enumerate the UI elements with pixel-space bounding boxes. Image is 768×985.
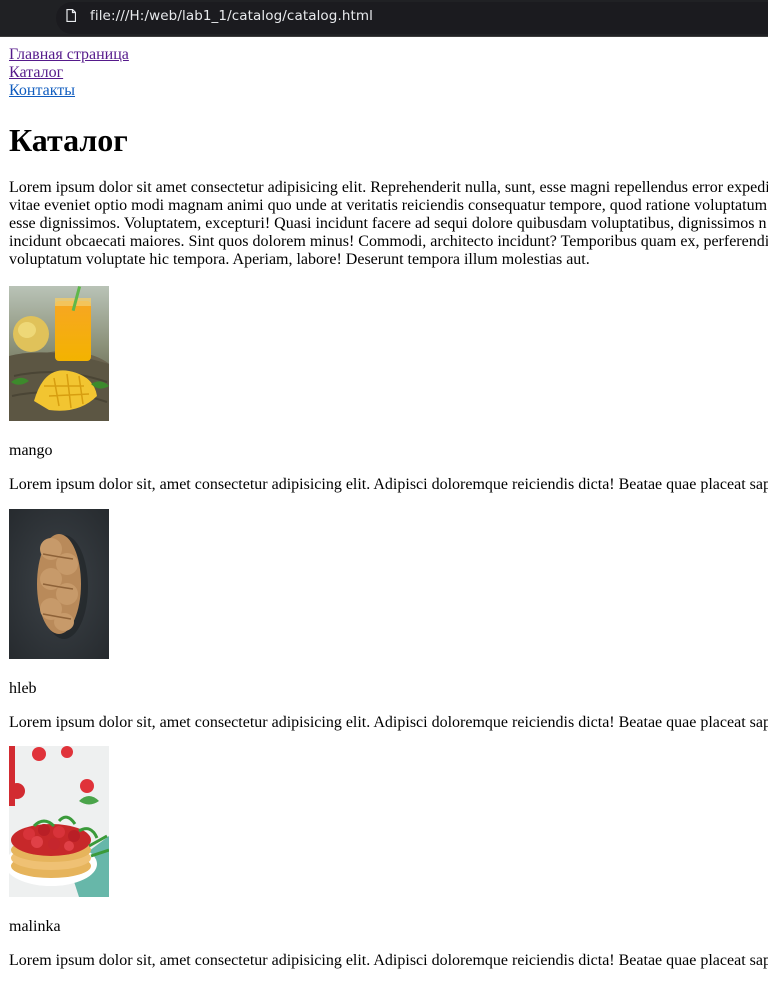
intro-line: vitae eveniet optio modi magnam animi qu… <box>9 197 768 214</box>
item-name: mango <box>9 442 53 459</box>
intro-line: esse dignissimos. Voluptatem, excepturi!… <box>9 215 767 232</box>
page-content: Главная страница Каталог Контакты Катало… <box>0 37 768 985</box>
page-title: Каталог <box>9 122 128 158</box>
item-description: Lorem ipsum dolor sit, amet consectetur … <box>9 476 768 493</box>
item-name: malinka <box>9 918 61 935</box>
intro-line: Lorem ipsum dolor sit amet consectetur a… <box>9 179 768 196</box>
main-nav: Главная страница Каталог Контакты <box>9 46 129 100</box>
intro-paragraph: Lorem ipsum dolor sit amet consectetur a… <box>9 179 768 269</box>
address-bar-url[interactable]: file:///H:/web/lab1_1/catalog/catalog.ht… <box>90 8 373 24</box>
item-name: hleb <box>9 680 37 697</box>
mango-image <box>9 286 109 421</box>
bread-image <box>9 509 109 659</box>
browser-toolbar: file:///H:/web/lab1_1/catalog/catalog.ht… <box>0 0 768 37</box>
nav-link-contacts[interactable]: Контакты <box>9 82 129 100</box>
item-description: Lorem ipsum dolor sit, amet consectetur … <box>9 952 768 969</box>
raspberry-pancakes-image <box>9 746 109 897</box>
intro-line: voluptatum voluptate hic tempora. Aperia… <box>9 251 590 268</box>
nav-link-catalog[interactable]: Каталог <box>9 64 129 82</box>
file-icon <box>66 9 76 22</box>
intro-line: incidunt obcaecati maiores. Sint quos do… <box>9 233 768 250</box>
item-description: Lorem ipsum dolor sit, amet consectetur … <box>9 714 768 731</box>
nav-link-home[interactable]: Главная страница <box>9 46 129 64</box>
